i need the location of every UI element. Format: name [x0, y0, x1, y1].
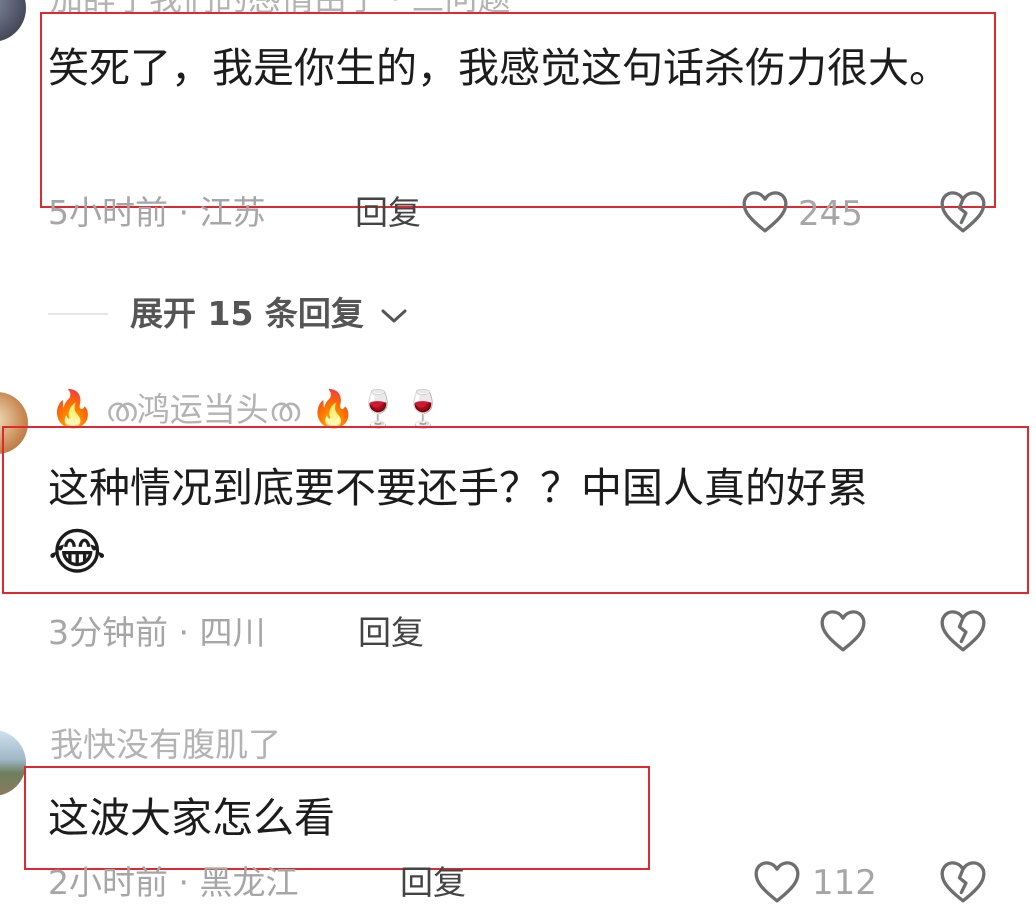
laughing-crying-emoji: 😂 — [48, 523, 107, 581]
replies-divider — [48, 313, 108, 315]
comment-text: 笑死了，我是你生的，我感觉这句话杀伤力很大。 — [48, 44, 950, 92]
comment-username[interactable]: 我快没有腹肌了 — [50, 728, 281, 761]
heart-outline-icon — [820, 610, 866, 652]
comment-username[interactable]: 🔥 ത鸿运当头ത 🔥🍷🍷 — [50, 392, 445, 428]
heart-outline-icon — [754, 861, 800, 903]
reply-button[interactable]: 回复 — [355, 196, 421, 229]
chevron-down-icon — [381, 309, 407, 322]
dislike-button[interactable] — [938, 607, 988, 653]
comment-text: 这波大家怎么看 — [48, 794, 335, 842]
expand-replies-button[interactable]: 展开 15 条回复 — [130, 297, 409, 330]
dislike-button[interactable] — [938, 858, 988, 904]
comment-time-location: 5小时前 · 江苏 — [48, 193, 266, 232]
like-count: 245 — [798, 194, 863, 234]
avatar[interactable] — [0, 0, 26, 42]
like-button[interactable] — [752, 858, 802, 904]
username-text: ത鸿运当头ത — [105, 390, 301, 429]
broken-heart-icon — [940, 191, 986, 233]
fire-wine-emojis: 🔥🍷🍷 — [310, 389, 446, 430]
broken-heart-icon — [940, 610, 986, 652]
comment-text: 这种情况到底要不要还手？？中国人真的好累 😂 — [48, 456, 988, 587]
heart-outline-icon — [742, 191, 788, 233]
reply-button[interactable]: 回复 — [358, 616, 424, 649]
like-button[interactable] — [740, 188, 790, 234]
broken-heart-icon — [940, 861, 986, 903]
comment-time-location: 3分钟前 · 四川 — [48, 613, 266, 652]
comment-time-location: 2小时前 · 黑龙江 — [48, 863, 299, 902]
comment-text-content: 这种情况到底要不要还手？？中国人真的好累 — [48, 464, 868, 512]
dislike-button[interactable] — [938, 188, 988, 234]
like-button[interactable] — [818, 607, 868, 653]
like-count: 112 — [812, 863, 877, 903]
fire-emoji: 🔥 — [50, 389, 95, 430]
reply-button[interactable]: 回复 — [400, 866, 466, 899]
expand-replies-label: 展开 15 条回复 — [130, 294, 364, 333]
avatar[interactable] — [0, 730, 26, 796]
